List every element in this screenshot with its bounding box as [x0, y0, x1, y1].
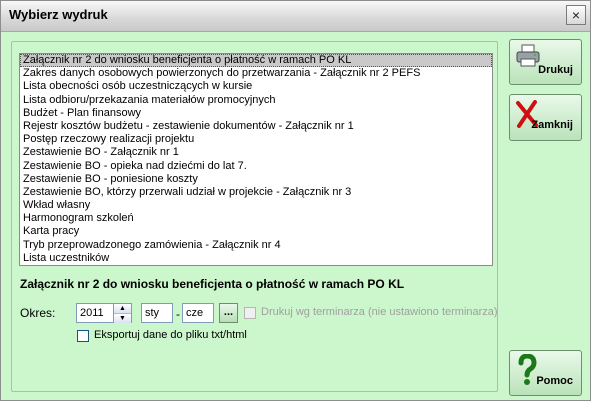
period-dash: - — [176, 307, 180, 321]
report-list[interactable]: Załącznik nr 2 do wniosku beneficjenta o… — [19, 53, 493, 266]
report-list-item[interactable]: Zestawienie BO - opieka nad dziećmi do l… — [20, 160, 492, 173]
window-title: Wybierz wydruk — [9, 7, 108, 22]
selected-report-title: Załącznik nr 2 do wniosku beneficjenta o… — [20, 277, 405, 291]
report-list-item[interactable]: Lista odbioru/przekazania materiałów pro… — [20, 94, 492, 107]
printer-icon — [516, 44, 540, 67]
question-mark-icon — [518, 354, 537, 385]
from-month-input[interactable] — [141, 303, 173, 323]
spin-down-icon[interactable]: ▼ — [114, 314, 131, 323]
help-button-label: Pomoc — [536, 375, 573, 387]
report-list-item[interactable]: Zakres danych osobowych powierzonych do … — [20, 67, 492, 80]
report-list-item[interactable]: Karta pracy — [20, 225, 492, 238]
report-list-item[interactable]: Rejestr kosztów budżetu - zestawienie do… — [20, 120, 492, 133]
report-list-item[interactable]: Tryb przeprowadzonego zamówienia - Załąc… — [20, 239, 492, 252]
report-list-item[interactable]: Zestawienie BO - poniesione koszty — [20, 173, 492, 186]
report-list-item[interactable]: Postęp rzeczowy realizacji projektu — [20, 133, 492, 146]
to-month-input[interactable] — [182, 303, 214, 323]
report-list-item[interactable]: Zestawienie BO, którzy przerwali udział … — [20, 186, 492, 199]
print-dialog: Wybierz wydruk × Załącznik nr 2 do wnios… — [0, 0, 591, 401]
report-list-item[interactable]: Budżet - Plan finansowy — [20, 107, 492, 120]
print-button-label: Drukuj — [538, 64, 573, 76]
report-list-item[interactable]: Lista obecności osób uczestniczących w k… — [20, 80, 492, 93]
close-button-label: Zamknij — [531, 119, 573, 131]
title-bar: Wybierz wydruk × — [1, 1, 590, 32]
period-label: Okres: — [20, 306, 56, 320]
spin-up-icon[interactable]: ▲ — [114, 304, 131, 314]
report-list-item[interactable]: Lista uczestników — [20, 252, 492, 265]
window-close-button[interactable]: × — [566, 5, 586, 25]
period-picker-button[interactable]: ... — [219, 303, 238, 323]
report-list-item[interactable]: Wkład własny — [20, 199, 492, 212]
report-list-item[interactable]: Zestawienie BO - Załącznik nr 1 — [20, 146, 492, 159]
year-input[interactable] — [76, 303, 114, 323]
export-checkbox-label: Eksportuj dane do pliku txt/html — [94, 329, 247, 341]
report-list-item[interactable]: Harmonogram szkoleń — [20, 212, 492, 225]
export-checkbox[interactable] — [77, 330, 89, 342]
help-button[interactable]: Pomoc — [509, 350, 582, 396]
year-spinner[interactable]: ▲ ▼ — [113, 303, 132, 323]
close-button[interactable]: Zamknij — [509, 94, 582, 141]
schedule-checkbox-label: Drukuj wg terminarza (nie ustawiono term… — [261, 306, 498, 318]
report-list-item[interactable]: Załącznik nr 2 do wniosku beneficjenta o… — [20, 54, 492, 68]
print-button[interactable]: Drukuj — [509, 39, 582, 85]
schedule-checkbox[interactable] — [244, 307, 256, 319]
